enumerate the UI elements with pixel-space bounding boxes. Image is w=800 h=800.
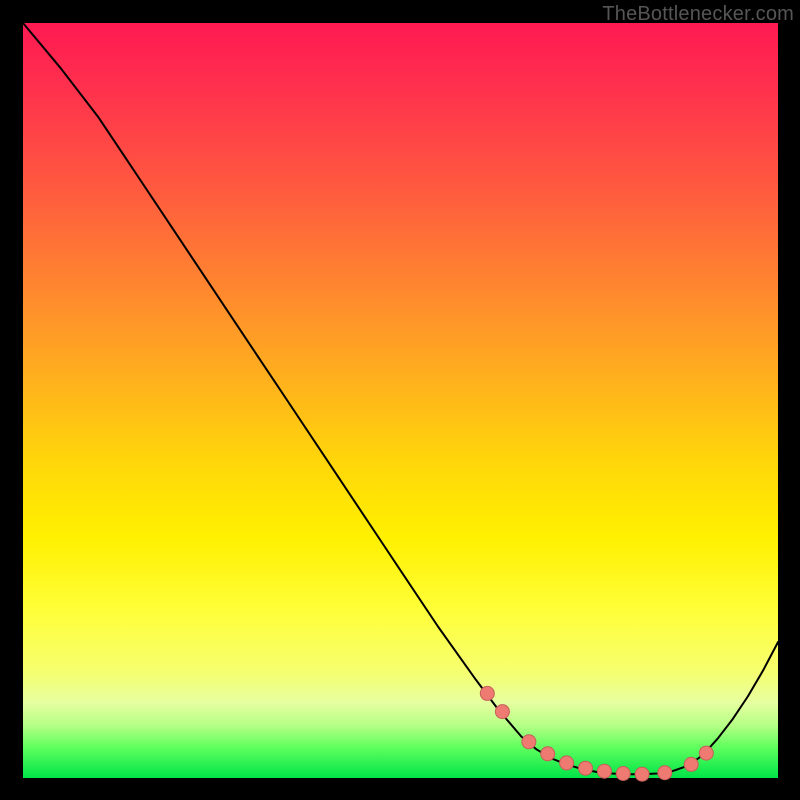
marker-dot: [597, 764, 611, 778]
chart-frame: TheBottlenecker.com: [0, 0, 800, 800]
marker-dot: [635, 767, 649, 781]
marker-dot: [684, 757, 698, 771]
marker-dot: [699, 746, 713, 760]
marker-dot: [658, 766, 672, 780]
curve-path: [23, 23, 778, 774]
chart-gradient-area: [23, 23, 778, 778]
marker-dot: [522, 735, 536, 749]
marker-dot: [541, 747, 555, 761]
marker-dot: [616, 767, 630, 781]
marker-dot: [560, 756, 574, 770]
chart-svg: [23, 23, 778, 778]
marker-dot: [480, 686, 494, 700]
marker-dot: [495, 705, 509, 719]
marker-dot: [579, 761, 593, 775]
marker-dots-group: [480, 686, 713, 781]
watermark-text: TheBottlenecker.com: [602, 3, 794, 26]
